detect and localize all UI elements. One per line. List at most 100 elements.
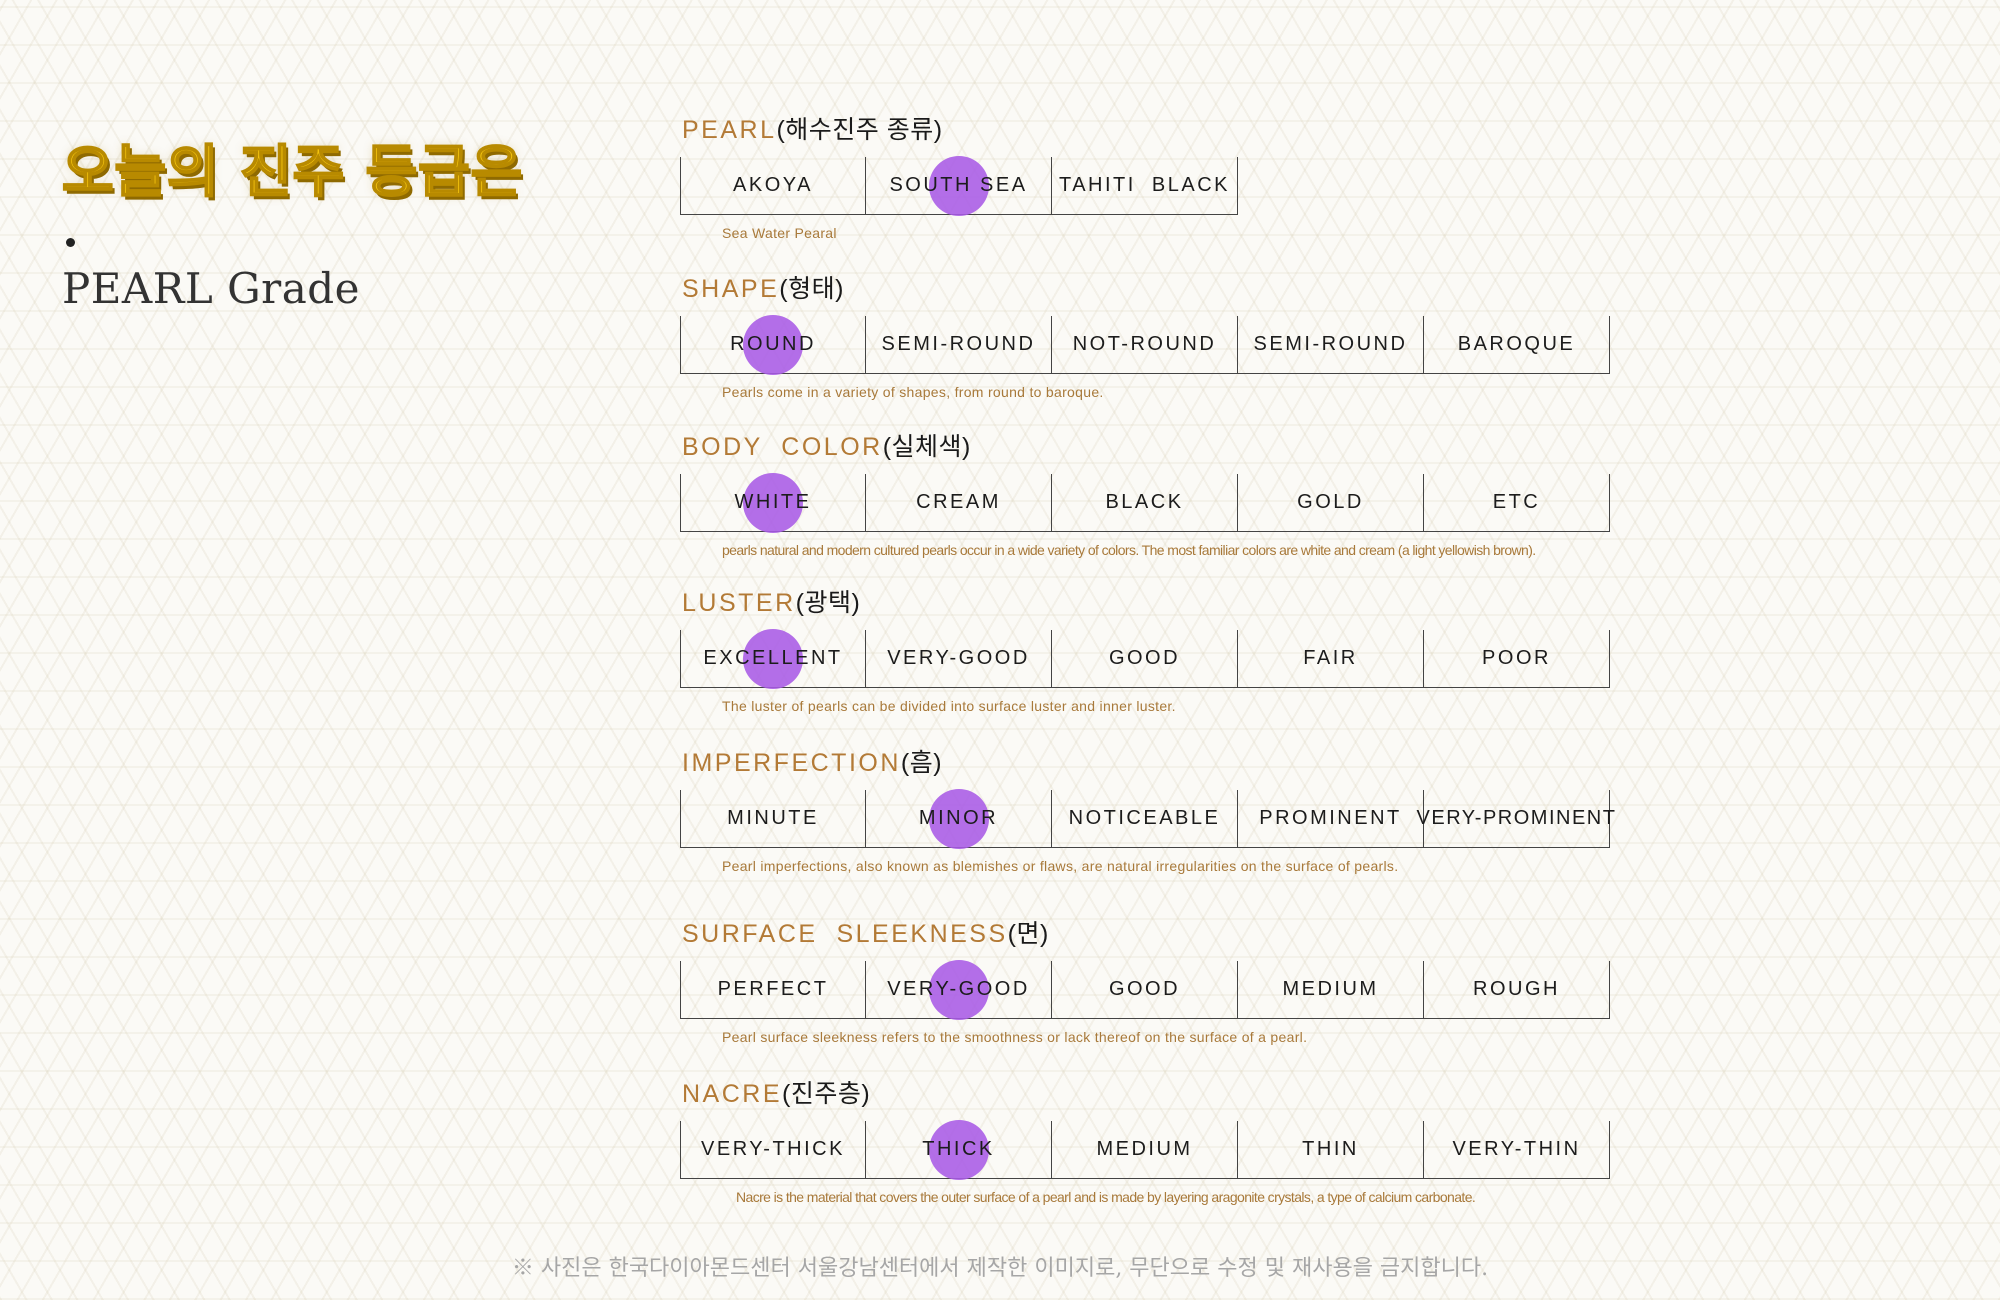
grade-option-label: TAHITI BLACK xyxy=(1058,174,1231,196)
grade-option[interactable]: MEDIUM xyxy=(1052,1121,1238,1179)
grade-option[interactable]: GOOD xyxy=(1052,630,1238,688)
grade-option[interactable]: VERY-THIN xyxy=(1424,1121,1610,1179)
grade-option-label: VERY-GOOD xyxy=(887,647,1030,669)
grade-option[interactable]: THICK xyxy=(866,1119,1052,1180)
grade-option[interactable]: CREAM xyxy=(866,474,1052,532)
section-title: BODY COLOR(실체색) xyxy=(682,435,1610,460)
grade-option-label: VERY-THICK xyxy=(701,1138,845,1160)
section-description: Pearl imperfections, also known as blemi… xyxy=(722,858,1399,874)
section-surface-sleekness: SURFACE SLEEKNESS(면) PERFECT VERY-GOOD G… xyxy=(680,922,1610,1045)
section-pearl: PEARL(해수진주 종류) AKOYA SOUTH SEA TAHITI BL… xyxy=(680,118,1238,241)
section-title-en: SURFACE SLEEKNESS xyxy=(682,920,1008,948)
grade-option-label: THICK xyxy=(922,1138,995,1160)
grade-options: EXCELLENT VERY-GOOD GOOD FAIR POOR xyxy=(680,628,1610,689)
grade-option-label: BLACK xyxy=(1105,491,1184,513)
grade-option-label: PROMINENT xyxy=(1259,807,1402,829)
section-title: NACRE(진주층) xyxy=(682,1082,1610,1107)
grade-options: MINUTE MINOR NOTICEABLE PROMINENT VERY-P… xyxy=(680,788,1615,849)
section-nacre: NACRE(진주층) VERY-THICK THICK MEDIUM THIN … xyxy=(680,1082,1610,1205)
grade-option[interactable]: NOT-ROUND xyxy=(1052,316,1238,374)
grade-option[interactable]: VERY-GOOD xyxy=(866,959,1052,1020)
grade-option[interactable]: SEMI-ROUND xyxy=(1238,316,1424,374)
grade-option[interactable]: WHITE xyxy=(680,472,866,533)
page-subtitle: PEARL Grade xyxy=(62,264,361,313)
grade-option-label: WHITE xyxy=(734,491,812,513)
grade-option-label: NOT-ROUND xyxy=(1072,333,1217,355)
grade-option-label: MINOR xyxy=(918,807,999,829)
section-title-en: SHAPE xyxy=(682,275,780,303)
grade-option-label: PERFECT xyxy=(717,978,829,1000)
section-title-ko: (형태) xyxy=(779,275,844,303)
grade-option[interactable]: BAROQUE xyxy=(1424,316,1610,374)
grade-option[interactable]: THIN xyxy=(1238,1121,1424,1179)
grade-options: ROUND SEMI-ROUND NOT-ROUND SEMI-ROUND BA… xyxy=(680,314,1610,375)
grade-option-label: EXCELLENT xyxy=(703,647,843,669)
grade-option-label: VERY-THIN xyxy=(1452,1138,1581,1160)
section-title-ko: (해수진주 종류) xyxy=(776,116,943,144)
section-title: IMPERFECTION(흠) xyxy=(682,751,1610,776)
grade-option[interactable]: POOR xyxy=(1424,630,1610,688)
section-description: Nacre is the material that covers the ou… xyxy=(736,1189,1476,1205)
grade-options: VERY-THICK THICK MEDIUM THIN VERY-THIN xyxy=(680,1119,1610,1180)
grade-option[interactable]: BLACK xyxy=(1052,474,1238,532)
grade-option[interactable]: TAHITI BLACK xyxy=(1052,157,1238,215)
grade-option[interactable]: AKOYA xyxy=(680,157,866,215)
grade-options: PERFECT VERY-GOOD GOOD MEDIUM ROUGH xyxy=(680,959,1610,1020)
section-imperfection: IMPERFECTION(흠) MINUTE MINOR NOTICEABLE … xyxy=(680,751,1615,874)
grade-option[interactable]: GOLD xyxy=(1238,474,1424,532)
grade-option-label: POOR xyxy=(1482,647,1551,669)
grade-option-label: VERY-GOOD xyxy=(887,978,1030,1000)
grade-option[interactable]: MEDIUM xyxy=(1238,961,1424,1019)
grade-option-label: GOOD xyxy=(1108,978,1181,1000)
section-description: pearls natural and modern cultured pearl… xyxy=(722,542,1536,558)
section-title-ko: (진주층) xyxy=(782,1080,871,1108)
grade-option[interactable]: SOUTH SEA xyxy=(866,155,1052,216)
grade-option-label: MEDIUM xyxy=(1282,978,1379,1000)
grade-option-label: GOLD xyxy=(1297,491,1364,513)
section-title-ko: (실체색) xyxy=(882,433,971,461)
page-title: 오늘의 진주 등급은 xyxy=(61,140,524,205)
grade-option[interactable]: VERY-PROMINENT xyxy=(1417,790,1615,848)
section-title: LUSTER(광택) xyxy=(682,591,1610,616)
section-luster: LUSTER(광택) EXCELLENT VERY-GOOD GOOD FAIR… xyxy=(680,591,1610,714)
section-title-en: BODY COLOR xyxy=(682,433,883,461)
grade-option[interactable]: EXCELLENT xyxy=(680,628,866,689)
grade-option-label: MEDIUM xyxy=(1096,1138,1193,1160)
grade-option-label: ROUND xyxy=(730,333,816,355)
grade-option-label: SEMI-ROUND xyxy=(881,333,1036,355)
grade-option-label: VERY-PROMINENT xyxy=(1416,807,1617,829)
grade-option[interactable]: ROUND xyxy=(680,314,866,375)
grade-option[interactable]: MINOR xyxy=(866,788,1052,849)
section-title-ko: (흠) xyxy=(900,749,943,777)
grade-option[interactable]: VERY-THICK xyxy=(680,1121,866,1179)
grade-option[interactable]: ROUGH xyxy=(1424,961,1610,1019)
section-title: SHAPE(형태) xyxy=(682,277,1610,302)
grade-option[interactable]: PERFECT xyxy=(680,961,866,1019)
grade-option-label: GOOD xyxy=(1108,647,1181,669)
grade-options: WHITE CREAM BLACK GOLD ETC xyxy=(680,472,1610,533)
section-title-en: LUSTER xyxy=(682,589,796,617)
section-title-en: IMPERFECTION xyxy=(682,749,901,777)
grade-option[interactable]: SEMI-ROUND xyxy=(866,316,1052,374)
grade-option[interactable]: NOTICEABLE xyxy=(1052,790,1238,848)
bullet-dot xyxy=(66,238,75,247)
grade-option[interactable]: PROMINENT xyxy=(1238,790,1424,848)
section-body-color: BODY COLOR(실체색) WHITE CREAM BLACK GOLD E… xyxy=(680,435,1610,558)
grade-option[interactable]: ETC xyxy=(1424,474,1610,532)
grade-option[interactable]: VERY-GOOD xyxy=(866,630,1052,688)
section-description: The luster of pearls can be divided into… xyxy=(722,698,1176,714)
copyright-notice: ※ 사진은 한국다이아몬드센터 서울강남센터에서 제작한 이미지로, 무단으로 … xyxy=(511,1256,1489,1281)
grade-option-label: ETC xyxy=(1492,491,1541,513)
grade-option-label: THIN xyxy=(1302,1138,1359,1160)
grade-option-label: BAROQUE xyxy=(1457,333,1576,355)
grade-option-label: NOTICEABLE xyxy=(1068,807,1221,829)
section-title-en: PEARL xyxy=(682,116,777,144)
grade-option-label: SOUTH SEA xyxy=(889,174,1028,196)
section-title-en: NACRE xyxy=(682,1080,783,1108)
section-description: Pearls come in a variety of shapes, from… xyxy=(722,384,1104,400)
section-description: Sea Water Pearal xyxy=(722,225,837,241)
grade-option[interactable]: MINUTE xyxy=(680,790,866,848)
grade-option-label: SEMI-ROUND xyxy=(1253,333,1408,355)
grade-option[interactable]: GOOD xyxy=(1052,961,1238,1019)
grade-option[interactable]: FAIR xyxy=(1238,630,1424,688)
